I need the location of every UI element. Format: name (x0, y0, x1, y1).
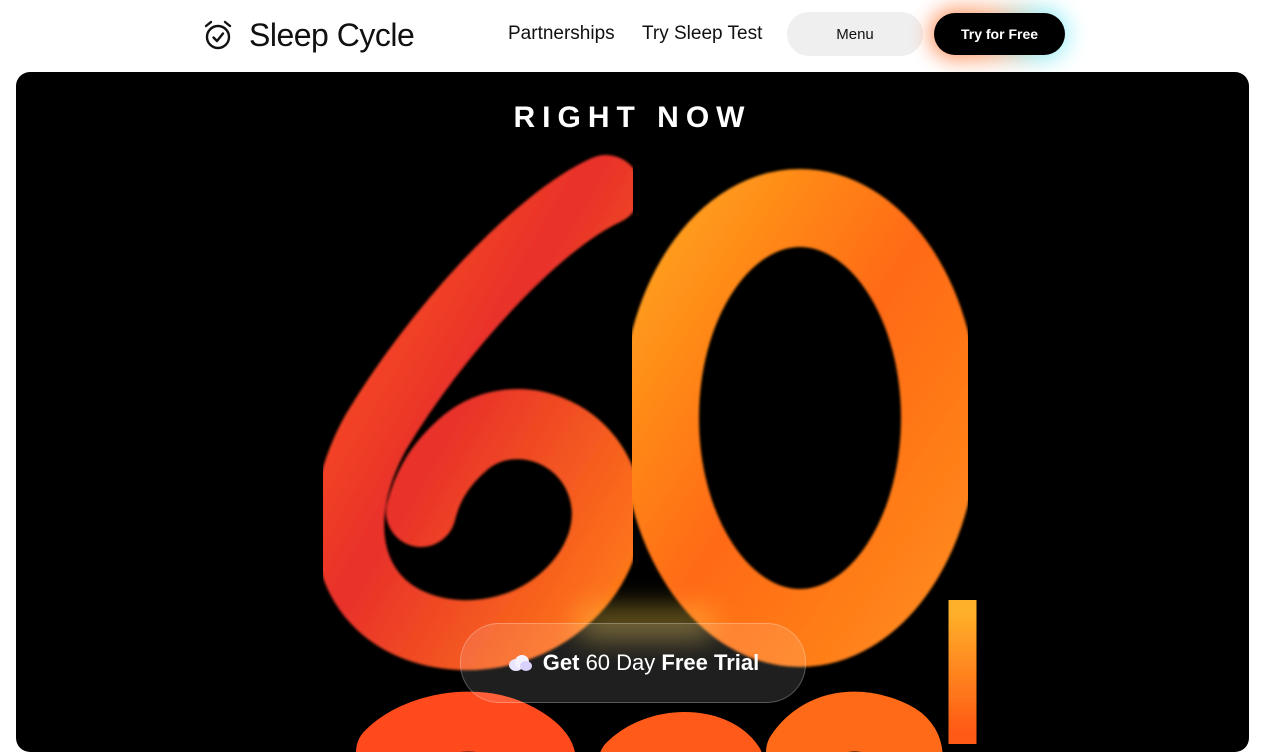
cloud-icon (507, 654, 533, 672)
brand-logo-link[interactable]: Sleep Cycle (203, 15, 415, 55)
trial-free-text: Free Trial (661, 650, 760, 675)
trial-get-text: Get (542, 650, 580, 675)
brand-name: Sleep Cycle (249, 17, 415, 53)
nav-link-try-sleep-test[interactable]: Try Sleep Test (642, 20, 762, 48)
top-navigation-bar: Sleep Cycle Partnerships Try Sleep Test … (0, 0, 1280, 72)
try-for-free-button[interactable]: Try for Free (934, 13, 1065, 55)
trial-days-text: 60 Day (585, 650, 656, 675)
menu-button[interactable]: Menu (787, 12, 923, 56)
hero-eyebrow: RIGHT NOW (513, 101, 752, 134)
hero-banner: RIGHT NOW Get 60 Day Free Trial (16, 72, 1249, 752)
alarm-clock-icon (203, 19, 233, 51)
nav-link-partnerships[interactable]: Partnerships (508, 20, 615, 48)
get-free-trial-button[interactable]: Get 60 Day Free Trial (460, 623, 806, 703)
